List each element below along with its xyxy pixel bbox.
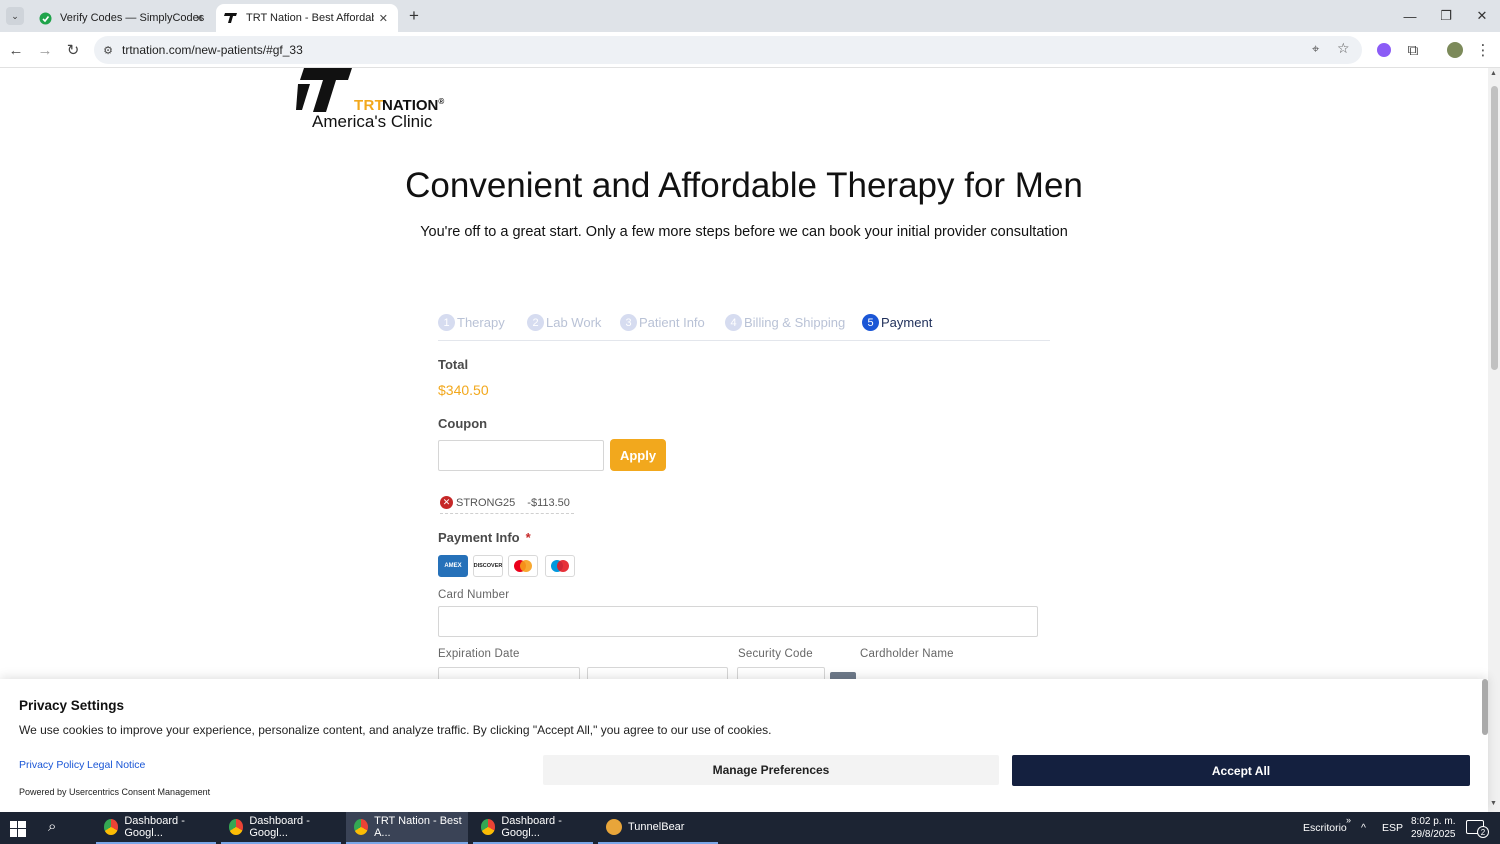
legal-notice-link[interactable]: Legal Notice (87, 759, 145, 771)
cookie-powered-by: Powered by Usercentrics Consent Manageme… (19, 787, 211, 797)
chrome-icon (354, 819, 369, 835)
page-subtitle: You're off to a great start. Only a few … (420, 224, 1068, 240)
card-number-label: Card Number (438, 589, 510, 601)
reload-icon[interactable]: ↻ (61, 38, 85, 62)
card-number-input[interactable] (438, 606, 1038, 637)
brand-tagline: America's Clinic (312, 112, 433, 131)
taskbar-search-icon[interactable]: ⌕ (48, 818, 56, 835)
step-label: Patient Info (639, 315, 705, 330)
tray-chevron-up-icon[interactable]: ^ (1361, 812, 1366, 844)
security-code-label: Security Code (738, 648, 813, 660)
browser-tab-bar: ⌄ Verify Codes — SimplyCodes ✕ TRT Natio… (0, 0, 1500, 32)
step-therapy[interactable]: 1 Therapy (438, 314, 505, 331)
simplycodes-favicon-icon (38, 11, 52, 25)
step-billing-shipping[interactable]: 4 Billing & Shipping (725, 314, 845, 331)
minimize-icon[interactable]: — (1392, 4, 1428, 28)
trt-logo-icon[interactable] (296, 68, 354, 112)
remove-coupon-icon[interactable]: ✕ (440, 496, 453, 509)
apply-coupon-button[interactable]: Apply (610, 439, 666, 471)
tab-title: TRT Nation - Best Affordable T (246, 12, 374, 24)
restore-icon[interactable]: ❐ (1428, 4, 1464, 28)
clock-time: 8:02 p. m. (1411, 816, 1456, 827)
browser-toolbar: ← → ↻ ⚙ trtnation.com/new-patients/#gf_3… (0, 32, 1500, 68)
chrome-icon (104, 819, 119, 835)
cookie-title: Privacy Settings (19, 698, 125, 713)
windows-taskbar: ⌕ Dashboard - Googl... Dashboard - Googl… (0, 812, 1500, 844)
chevron-double-icon[interactable]: » (1346, 804, 1351, 836)
accept-all-button[interactable]: Accept All (1012, 755, 1470, 786)
cookie-description: We use cookies to improve your experienc… (19, 723, 772, 737)
forward-icon[interactable]: → (33, 38, 57, 62)
step-label: Therapy (457, 315, 505, 330)
close-window-icon[interactable]: ✕ (1464, 4, 1500, 28)
cardholder-name-label: Cardholder Name (860, 648, 954, 660)
chrome-icon (481, 819, 496, 835)
taskbar-app-chrome-2[interactable]: Dashboard - Googl... (221, 812, 341, 844)
applied-coupon: ✕ STRONG25 -$113.50 (440, 492, 574, 514)
step-payment[interactable]: 5 Payment (862, 314, 932, 331)
applied-coupon-code: STRONG25 (456, 496, 516, 509)
scroll-up-icon[interactable]: ▲ (1490, 70, 1497, 77)
cookie-scroll-thumb[interactable] (1482, 679, 1488, 735)
step-patient-info[interactable]: 3 Patient Info (620, 314, 705, 331)
total-label: Total (438, 357, 469, 372)
notifications-icon[interactable]: 2 (1466, 820, 1489, 838)
tunnelbear-icon (606, 819, 622, 835)
cookie-consent-banner: Privacy Settings We use cookies to impro… (0, 679, 1488, 812)
maestro-card-icon (545, 555, 575, 577)
manage-preferences-button[interactable]: Manage Preferences (543, 755, 999, 785)
coupon-label: Coupon (438, 416, 488, 431)
location-icon[interactable]: ⌖ (1312, 41, 1319, 57)
scroll-thumb[interactable] (1491, 86, 1498, 370)
tab-simplycodes[interactable]: Verify Codes — SimplyCodes ✕ (28, 4, 214, 32)
steps-divider (438, 340, 1050, 341)
step-label: Lab Work (546, 315, 602, 330)
clock[interactable]: 8:02 p. m. 29/8/2025 (1411, 815, 1456, 841)
amex-card-icon: AMEX (438, 555, 468, 577)
language-indicator[interactable]: ESP (1382, 812, 1403, 844)
chrome-icon (229, 819, 244, 835)
trt-favicon-icon (224, 11, 238, 25)
windows-start-icon[interactable] (10, 821, 26, 837)
step-label: Payment (881, 315, 933, 330)
privacy-policy-link[interactable]: Privacy Policy (19, 759, 84, 771)
back-icon[interactable]: ← (4, 38, 28, 62)
step-label: Billing & Shipping (744, 315, 846, 330)
taskbar-app-chrome-3[interactable]: TRT Nation - Best A... (346, 812, 468, 844)
url-text: trtnation.com/new-patients/#gf_33 (122, 43, 303, 57)
step-lab-work[interactable]: 2 Lab Work (527, 314, 601, 331)
clock-date: 29/8/2025 (1411, 829, 1456, 840)
applied-coupon-discount: -$113.50 (527, 496, 570, 509)
close-tab-icon[interactable]: ✕ (195, 12, 204, 25)
total-value: $340.50 (438, 382, 489, 398)
tab-trt-nation[interactable]: TRT Nation - Best Affordable T ✕ (216, 4, 398, 32)
site-info-icon[interactable]: ⚙ (100, 42, 116, 58)
notification-count: 2 (1477, 826, 1489, 838)
coupon-input[interactable] (438, 440, 604, 471)
taskbar-app-chrome-1[interactable]: Dashboard - Googl... (96, 812, 216, 844)
extensions-puzzle-icon[interactable]: ⧉ (1401, 38, 1425, 62)
desktop-label[interactable]: Escritorio (1303, 812, 1347, 844)
browser-menu-icon[interactable]: ⋮ (1471, 38, 1495, 62)
mastercard-card-icon (508, 555, 538, 577)
payment-info-label: Payment Info * (438, 530, 531, 545)
page-scrollbar[interactable]: ▲ ▼ (1488, 68, 1500, 812)
scroll-down-icon[interactable]: ▼ (1490, 800, 1497, 807)
taskbar-app-chrome-4[interactable]: Dashboard - Googl... (473, 812, 593, 844)
tab-search-dropdown-icon[interactable]: ⌄ (6, 7, 24, 25)
address-bar[interactable]: ⚙ trtnation.com/new-patients/#gf_33 ⌖ ☆ (94, 36, 1362, 64)
tab-title: Verify Codes — SimplyCodes (60, 12, 205, 24)
taskbar-app-tunnelbear[interactable]: TunnelBear (598, 812, 718, 844)
profile-avatar[interactable] (1443, 38, 1467, 62)
bookmark-star-icon[interactable]: ☆ (1337, 40, 1350, 57)
extension-simplycodes-icon[interactable] (1372, 38, 1396, 62)
discover-card-icon: DISCOVER (473, 555, 503, 577)
expiration-date-label: Expiration Date (438, 648, 520, 660)
page-title: Convenient and Affordable Therapy for Me… (405, 166, 1083, 205)
close-tab-icon[interactable]: ✕ (379, 12, 388, 25)
new-tab-icon[interactable]: + (404, 6, 424, 26)
